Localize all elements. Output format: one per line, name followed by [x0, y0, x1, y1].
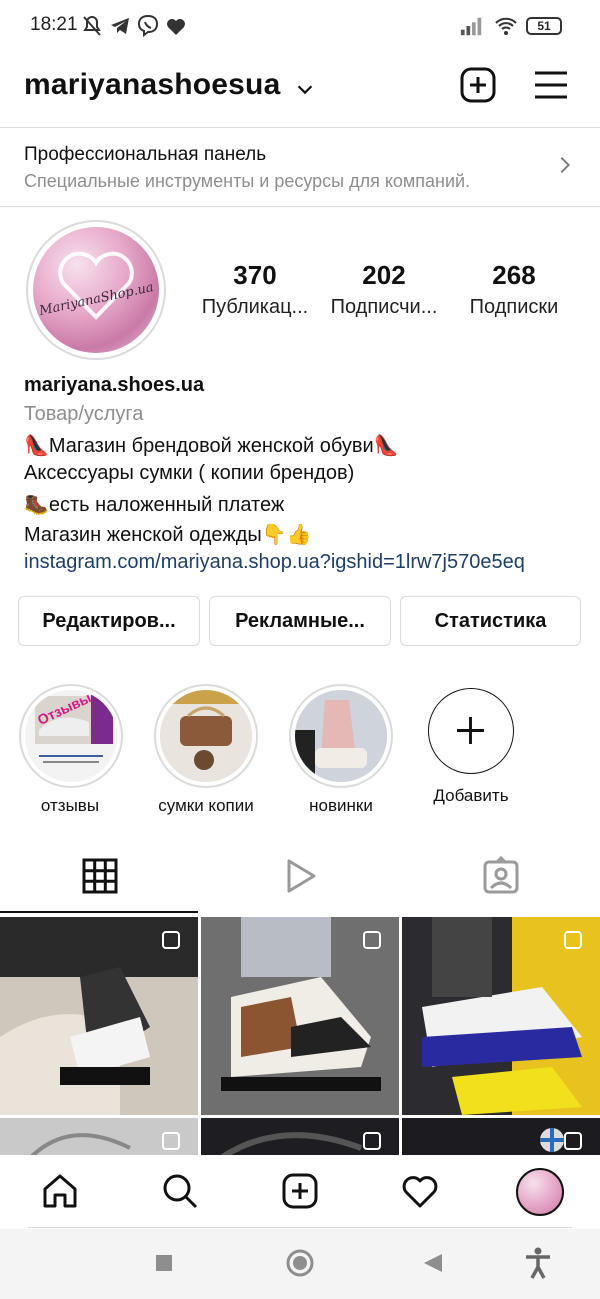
post-thumbnail[interactable]	[402, 917, 600, 1115]
chevron-right-icon	[560, 157, 570, 173]
chevron-down-icon[interactable]	[294, 78, 316, 100]
heart-status-icon	[167, 19, 185, 35]
edit-profile-button[interactable]: Редактиров...	[18, 596, 200, 646]
post-thumbnail[interactable]	[0, 1118, 198, 1158]
bio-line: Магазин женской одежды👇👍	[24, 524, 312, 546]
boots-thumbnail-icon	[295, 690, 387, 782]
stat-label: Подписчи...	[330, 296, 438, 318]
plus-icon	[456, 716, 485, 745]
reviews-thumbnail-icon: Отзывы	[25, 690, 117, 782]
pro-panel-title: Профессиональная панель	[24, 144, 267, 165]
stat-value: 202	[362, 260, 406, 290]
stat-value: 370	[233, 260, 277, 290]
profile-avatar[interactable]: MariyanaShop.ua	[33, 227, 159, 353]
stat-followers[interactable]: 202 Подписчи...	[319, 250, 449, 330]
reels-icon[interactable]	[280, 856, 320, 896]
status-bar: 18:21 51	[0, 0, 600, 52]
tagged-icon[interactable]	[481, 856, 521, 896]
highlight-label: Добавить	[433, 786, 509, 805]
recents-icon[interactable]	[154, 1253, 174, 1273]
avatar-logo-text: MariyanaShop.ua	[37, 280, 155, 319]
telegram-icon	[111, 18, 129, 34]
home-icon[interactable]	[41, 1172, 79, 1210]
heart-logo-icon: MariyanaShop.ua	[37, 251, 155, 320]
active-tab-indicator	[0, 911, 198, 913]
nav-divider	[28, 1227, 572, 1228]
highlight-reviews-thumb[interactable]: Отзывы	[25, 690, 117, 782]
status-time: 18:21	[30, 14, 78, 35]
stat-following[interactable]: 268 Подписки	[449, 250, 579, 330]
pro-panel-subtitle: Специальные инструменты и ресурсы для ко…	[24, 171, 471, 191]
add-highlight-button[interactable]	[428, 688, 514, 774]
highlight-label: новинки	[309, 796, 373, 815]
post-thumbnail[interactable]	[201, 917, 399, 1115]
stat-posts[interactable]: 370 Публикац...	[190, 250, 320, 330]
post-thumbnail[interactable]	[201, 1118, 399, 1158]
activity-icon[interactable]	[401, 1172, 439, 1210]
signal-icon	[460, 17, 482, 36]
insights-button[interactable]: Статистика	[400, 596, 581, 646]
back-icon[interactable]	[422, 1253, 444, 1273]
notifications-muted-icon	[83, 15, 101, 36]
bio-link[interactable]: instagram.com/mariyana.shop.ua?igshid=1l…	[24, 551, 525, 574]
search-icon[interactable]	[161, 1172, 199, 1210]
highlight-label: отзывы	[40, 796, 100, 815]
account-username[interactable]: mariyanashoesua	[24, 68, 280, 102]
bio-line: 🥾есть наложенный платеж	[24, 494, 285, 516]
grid-icon[interactable]	[80, 856, 120, 896]
pro-panel-divider	[0, 206, 600, 207]
menu-icon[interactable]	[532, 66, 570, 104]
battery-indicator: 51	[526, 17, 562, 35]
create-icon[interactable]	[281, 1172, 319, 1210]
home-circle-icon[interactable]	[286, 1249, 314, 1277]
accessibility-icon[interactable]	[524, 1247, 552, 1279]
highlight-new-thumb[interactable]	[295, 690, 387, 782]
stat-value: 268	[492, 260, 536, 290]
bio-category: Товар/услуга	[24, 403, 144, 425]
multi-post-badge	[564, 931, 582, 949]
profile-icon[interactable]	[516, 1168, 564, 1216]
multi-post-badge	[162, 1132, 180, 1150]
bio-line: 👠Магазин брендовой женской обуви👠	[24, 435, 399, 457]
stat-label: Публикац...	[201, 296, 309, 318]
professional-dashboard[interactable]: Профессиональная панель Специальные инст…	[0, 128, 600, 206]
multi-post-badge	[162, 931, 180, 949]
stat-label: Подписки	[469, 296, 559, 318]
wifi-icon	[495, 17, 517, 35]
highlight-bags-thumb[interactable]	[160, 690, 252, 782]
bags-thumbnail-icon	[160, 690, 252, 782]
post-thumbnail[interactable]	[402, 1118, 600, 1158]
new-post-icon[interactable]	[459, 66, 497, 104]
highlight-label: сумки копии	[158, 796, 254, 815]
bio-line: Аксессуары сумки ( копии брендов)	[24, 462, 355, 484]
bio-name: mariyana.shoes.ua	[24, 374, 205, 396]
multi-post-badge	[564, 1132, 582, 1150]
multi-post-badge	[363, 931, 381, 949]
post-thumbnail[interactable]	[0, 917, 198, 1115]
viber-icon	[137, 14, 159, 37]
promotions-button[interactable]: Рекламные...	[209, 596, 391, 646]
multi-post-badge	[363, 1132, 381, 1150]
